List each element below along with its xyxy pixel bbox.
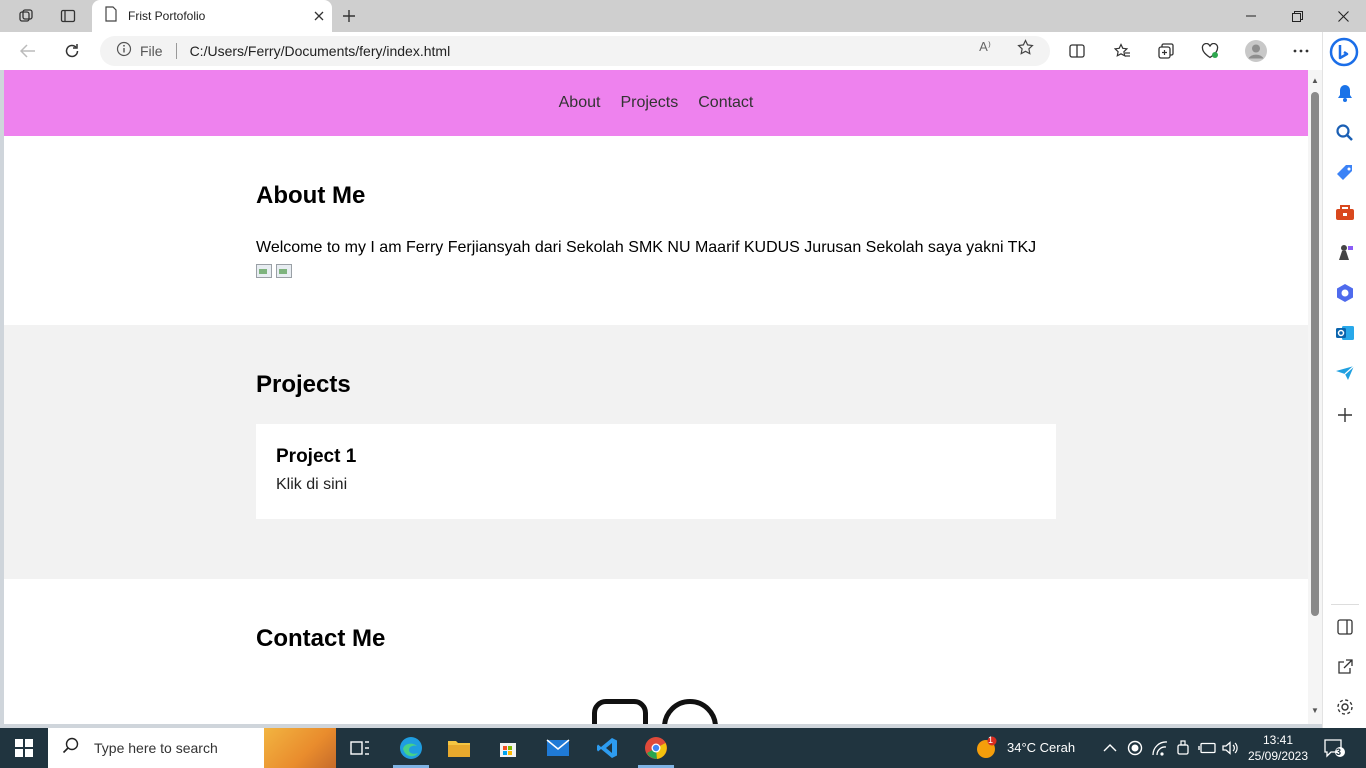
chrome-icon[interactable] — [642, 734, 670, 762]
settings-gear-icon[interactable] — [1334, 696, 1356, 718]
broken-image-icon — [276, 264, 292, 278]
windows-start-icon[interactable] — [0, 728, 48, 768]
notification-count: 3 — [1336, 747, 1342, 757]
sidebar-divider — [1331, 604, 1359, 605]
page-scrollbar[interactable]: ▲ ▼ — [1308, 70, 1322, 724]
scroll-up-icon[interactable]: ▲ — [1310, 76, 1320, 86]
back-icon[interactable] — [13, 36, 43, 66]
address-scheme: File — [140, 43, 163, 59]
add-icon[interactable] — [1334, 404, 1356, 426]
contact-content: Contact Me — [256, 625, 1056, 653]
page-icon — [104, 5, 118, 27]
about-body: Welcome to my I am Ferry Ferjiansyah dar… — [256, 238, 1116, 283]
address-url[interactable]: C:/Users/Ferry/Documents/fery/index.html — [190, 43, 451, 59]
more-options-icon[interactable] — [1286, 36, 1316, 66]
project-card: Project 1 Klik di sini — [256, 424, 1056, 519]
split-screen-icon[interactable] — [1062, 36, 1092, 66]
about-section: About Me Welcome to my I am Ferry Ferjia… — [4, 136, 1308, 325]
nav-link-about[interactable]: About — [559, 94, 601, 112]
record-icon[interactable] — [1121, 734, 1149, 762]
scroll-down-icon[interactable]: ▼ — [1310, 706, 1320, 716]
mail-icon[interactable] — [544, 734, 572, 762]
instagram-icon[interactable] — [592, 699, 648, 724]
new-tab-button[interactable] — [336, 4, 362, 28]
task-view-icon[interactable] — [346, 734, 374, 762]
search-icon[interactable] — [1334, 122, 1356, 144]
notification-icon[interactable]: 3 — [1320, 734, 1348, 762]
project-title: Project 1 — [276, 446, 357, 467]
about-heading: About Me — [256, 182, 366, 209]
edge-browser-icon[interactable] — [397, 734, 425, 762]
address-divider — [175, 43, 177, 59]
favorite-star-icon[interactable] — [1012, 36, 1038, 58]
microsoft-store-icon[interactable] — [494, 734, 522, 762]
windows-taskbar: Type here to search 1 34°C Cerah 13:41 2… — [0, 728, 1366, 768]
about-images — [256, 264, 1116, 283]
address-bar[interactable]: File C:/Users/Ferry/Documents/fery/index… — [100, 36, 1050, 66]
nav-link-projects[interactable]: Projects — [620, 94, 678, 112]
browser-tab[interactable]: Frist Portofolio — [92, 0, 332, 32]
clock-time: 13:41 — [1262, 733, 1294, 747]
projects-content: Projects — [256, 371, 1056, 399]
contact-heading: Contact Me — [256, 625, 386, 652]
games-icon[interactable] — [1334, 242, 1356, 264]
contact-section: Contact Me — [4, 579, 1308, 724]
about-paragraph: Welcome to my I am Ferry Ferjiansyah dar… — [256, 239, 1037, 256]
search-placeholder: Type here to search — [94, 740, 218, 756]
system-clock[interactable]: 13:41 25/09/2023 — [1238, 732, 1318, 764]
clock-date: 25/09/2023 — [1247, 749, 1309, 763]
bell-icon[interactable] — [1334, 82, 1356, 104]
edge-sidebar — [1322, 32, 1366, 728]
restore-icon[interactable] — [1274, 0, 1320, 32]
toolbox-icon[interactable] — [1334, 202, 1356, 224]
collections-icon[interactable] — [1151, 36, 1181, 66]
favorites-icon[interactable] — [1107, 36, 1137, 66]
external-link-icon[interactable] — [1334, 656, 1356, 678]
file-explorer-icon[interactable] — [445, 734, 473, 762]
browser-essentials-icon[interactable] — [1195, 36, 1225, 66]
tab-actions-icon[interactable] — [54, 4, 82, 28]
weather-alert-badge: 1 — [988, 735, 994, 745]
taskbar-search-box[interactable]: Type here to search — [48, 728, 336, 768]
scrollbar-thumb[interactable] — [1311, 92, 1319, 616]
office-icon[interactable] — [1334, 282, 1356, 304]
copilot-icon[interactable] — [1326, 36, 1362, 68]
nav-link-contact[interactable]: Contact — [698, 94, 753, 112]
workspaces-icon[interactable] — [12, 4, 40, 28]
project-link[interactable]: Klik di sini — [276, 476, 347, 493]
chevron-up-icon[interactable] — [1096, 734, 1124, 762]
search-highlight-image[interactable] — [264, 728, 336, 768]
shopping-tag-icon[interactable] — [1334, 162, 1356, 184]
weather-text[interactable]: 34°C Cerah — [1007, 740, 1075, 755]
page-viewport: About Projects Contact About Me Welcome … — [4, 70, 1308, 724]
close-tab-icon[interactable] — [306, 3, 332, 29]
profile-avatar[interactable] — [1241, 36, 1271, 66]
hide-sidebar-icon[interactable] — [1334, 616, 1356, 638]
site-navigation: About Projects Contact — [4, 70, 1308, 136]
info-icon[interactable] — [116, 41, 132, 62]
close-window-icon[interactable] — [1320, 0, 1366, 32]
browser-tab-strip: Frist Portofolio — [0, 0, 1366, 32]
tab-title: Frist Portofolio — [128, 9, 206, 23]
whatsapp-icon[interactable] — [662, 699, 718, 724]
weather-icon[interactable] — [972, 734, 1000, 762]
outlook-icon[interactable] — [1334, 322, 1356, 344]
search-icon — [62, 737, 80, 760]
read-aloud-icon[interactable]: A⁾ — [972, 36, 998, 58]
send-icon[interactable] — [1334, 362, 1356, 384]
vscode-icon[interactable] — [593, 734, 621, 762]
broken-image-icon — [256, 264, 272, 278]
projects-heading: Projects — [256, 371, 351, 398]
browser-toolbar: File C:/Users/Ferry/Documents/fery/index… — [0, 32, 1366, 70]
projects-section: Projects Project 1 Klik di sini — [4, 325, 1308, 579]
minimize-icon[interactable] — [1228, 0, 1274, 32]
about-content: About Me — [256, 182, 1056, 210]
refresh-icon[interactable] — [57, 36, 87, 66]
